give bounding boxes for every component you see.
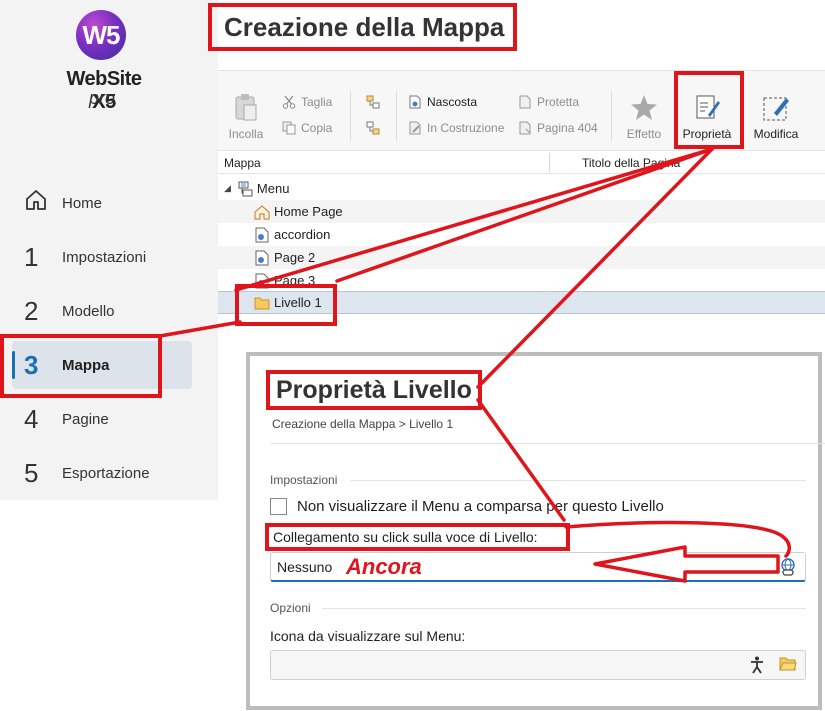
link-value: Nessuno: [277, 559, 333, 575]
divider: [350, 480, 806, 481]
hide-submenu-option[interactable]: Non visualizzare il Menu a comparsa per …: [270, 498, 664, 515]
section-label-options: Opzioni: [270, 601, 311, 615]
menu-icon-field[interactable]: [270, 650, 806, 680]
protected-button[interactable]: Protetta: [518, 95, 579, 109]
edit-button[interactable]: Modifica: [748, 93, 804, 141]
cut-button[interactable]: Taglia: [282, 95, 332, 109]
column-header-map[interactable]: Mappa: [224, 156, 261, 170]
sidebar-item-label: Home: [62, 194, 103, 212]
page-icon: [254, 250, 270, 266]
copy-icon: [282, 121, 296, 135]
clipboard-icon: [232, 93, 260, 123]
menu-icon: [237, 181, 253, 197]
sidebar-item-impostazioni[interactable]: 1 Impostazioni: [12, 233, 192, 281]
tree-row-label: Home Page: [274, 204, 343, 219]
home-page-icon: [254, 204, 270, 220]
tree-row-page-2[interactable]: Page 2: [218, 246, 825, 269]
insert-level-button[interactable]: [366, 95, 385, 109]
link-icon[interactable]: [779, 558, 797, 579]
annotation-box-livello: [235, 284, 337, 326]
hidden-page-icon: [408, 95, 422, 109]
annotation-text: Ancora: [346, 554, 422, 579]
edit-label: Modifica: [753, 127, 799, 141]
page-icon: [254, 227, 270, 243]
insert-level-icon: [366, 95, 380, 109]
edit-icon: [762, 93, 790, 123]
scissors-icon: [282, 95, 296, 109]
column-header-page-title[interactable]: Titolo della Pagina: [582, 156, 680, 170]
home-icon: [12, 188, 48, 219]
app-logo: W5 WebSite X5 pro: [54, 6, 174, 116]
page404-icon: [518, 121, 532, 135]
tree-row-label: accordion: [274, 227, 331, 242]
logo-edition: pro: [89, 88, 116, 108]
tree-row-label: Page 2: [274, 250, 316, 265]
toolbar-divider: [396, 91, 397, 141]
checkbox-label: Non visualizzare il Menu a comparsa per …: [297, 498, 664, 515]
insert-page-button[interactable]: [366, 121, 385, 135]
sidebar: W5 WebSite X5 pro Home 1 Impostazioni 2 …: [0, 0, 218, 500]
tree-row-accordion[interactable]: accordion: [218, 223, 825, 246]
sidebar-item-label: Modello: [62, 302, 115, 320]
sidebar-item-label: Esportazione: [62, 464, 150, 482]
protected-page-icon: [518, 95, 532, 109]
folder-open-icon[interactable]: [779, 656, 797, 675]
menu-icon-field-label: Icona da visualizzare sul Menu:: [270, 628, 466, 644]
divider: [270, 443, 825, 444]
expand-icon[interactable]: ◢: [224, 183, 231, 194]
link-field-label: Collegamento su click sulla voce di Live…: [265, 523, 570, 551]
toolbar-divider: [611, 91, 612, 141]
sidebar-item-label: Impostazioni: [62, 248, 147, 266]
toolbar-divider: [350, 91, 351, 141]
sidebar-item-pagine[interactable]: 4 Pagine: [12, 395, 192, 443]
step-number: 2: [24, 295, 39, 326]
annotation-box-properties: [674, 71, 744, 149]
copy-label: Copia: [301, 121, 333, 135]
divider: [322, 608, 806, 609]
sidebar-item-esportazione[interactable]: 5 Esportazione: [12, 449, 192, 497]
section-label-settings: Impostazioni: [270, 473, 338, 487]
tree-row-label: Menu: [256, 181, 290, 196]
page-title: Creazione della Mappa: [208, 3, 517, 51]
logo-mark: W5: [76, 10, 126, 60]
accessibility-icon[interactable]: [749, 656, 765, 677]
tree-row-home-page[interactable]: Home Page: [218, 200, 825, 223]
effect-label: Effetto: [626, 127, 662, 141]
hidden-label: Nascosta: [427, 95, 478, 109]
level-properties-panel: Proprietà Livello Creazione della Mappa …: [246, 352, 825, 710]
sidebar-item-modello[interactable]: 2 Modello: [12, 287, 192, 335]
under-construction-icon: [408, 121, 422, 135]
step-number: 4: [24, 403, 39, 434]
step-number: 5: [24, 457, 39, 488]
column-divider[interactable]: [549, 153, 550, 172]
protected-label: Protetta: [537, 95, 580, 109]
paste-button[interactable]: Incolla: [218, 93, 274, 141]
cut-label: Taglia: [301, 95, 333, 109]
star-icon: [630, 93, 658, 123]
page404-button[interactable]: Pagina 404: [518, 121, 598, 135]
panel-title: Proprietà Livello: [266, 370, 482, 410]
tree-row-menu[interactable]: ◢ Menu: [218, 177, 825, 200]
annotation-box-mappa: [0, 334, 162, 398]
hidden-button[interactable]: Nascosta: [408, 95, 477, 109]
sidebar-item-home[interactable]: Home: [12, 179, 192, 227]
step-number: 1: [24, 241, 39, 272]
paste-label: Incolla: [228, 127, 264, 141]
breadcrumb: Creazione della Mappa > Livello 1: [272, 417, 454, 431]
tree-header: Mappa Titolo della Pagina: [218, 150, 825, 174]
page404-label: Pagina 404: [537, 121, 598, 135]
level-link-field[interactable]: Nessuno Ancora: [270, 552, 806, 582]
hide-submenu-checkbox[interactable]: [270, 498, 287, 515]
insert-page-icon: [366, 121, 380, 135]
copy-button[interactable]: Copia: [282, 121, 332, 135]
sidebar-item-label: Pagine: [62, 410, 109, 428]
under-construction-button[interactable]: In Costruzione: [408, 121, 504, 135]
effect-button[interactable]: Effetto: [616, 93, 672, 141]
under-construction-label: In Costruzione: [427, 121, 505, 135]
